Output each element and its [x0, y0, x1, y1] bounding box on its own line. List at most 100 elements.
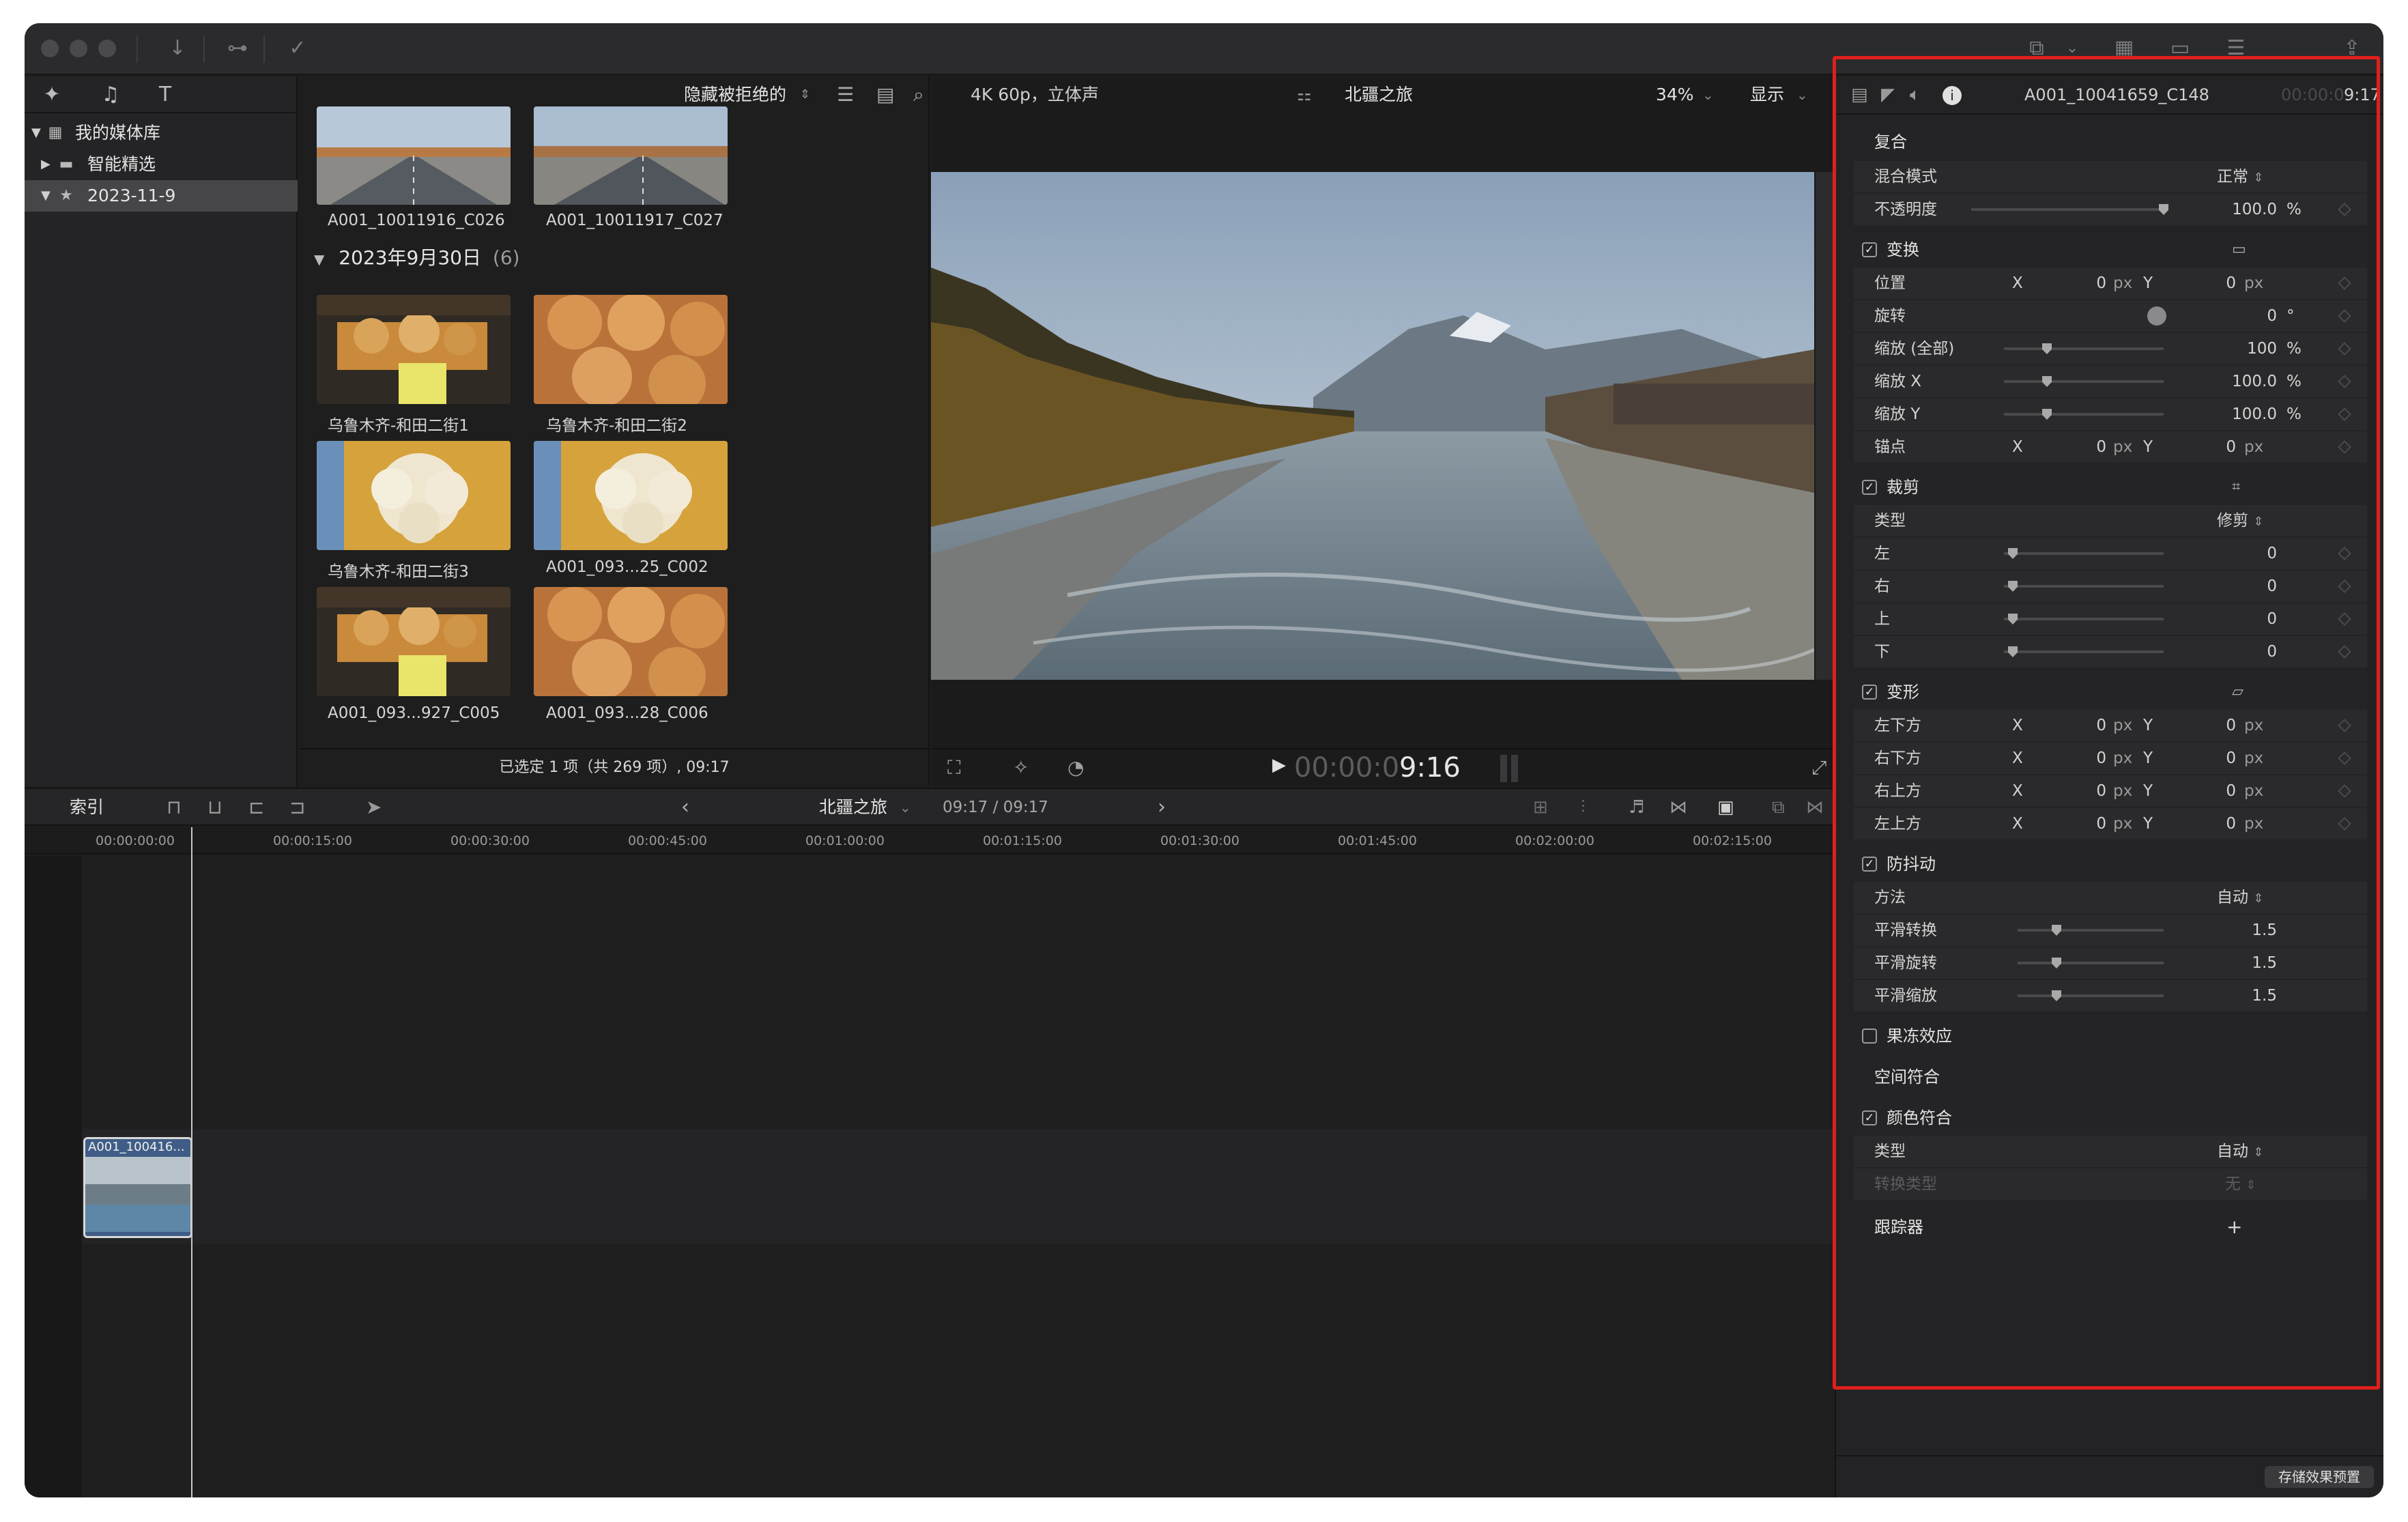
search-icon[interactable]: ⌕	[913, 76, 924, 113]
highlight-box	[1833, 56, 2380, 1390]
audio-meter-icon	[1511, 755, 1518, 782]
ruler-tick-label: 00:00:15:00	[273, 833, 352, 848]
play-button[interactable]: ▶	[1272, 755, 1286, 775]
disclosure-triangle-icon: ▼	[314, 251, 325, 268]
project-title: 北疆之旅	[1345, 85, 1414, 104]
bread-thumbnail-image	[534, 587, 728, 696]
library-item-event-2023-11-9[interactable]: ▼ ★ 2023-11-9	[25, 180, 298, 212]
library-item-label: 智能精选	[87, 154, 156, 174]
library-sidebar: ✦ ♫ T ▼ ▦ 我的媒体库 ▶ ▬ 智能精选 ▼ ★ 2023-11-9	[25, 76, 298, 786]
back-arrow-icon[interactable]: ‹	[681, 789, 689, 826]
close-window-button[interactable]	[41, 40, 59, 57]
clip-thumbnail[interactable]	[317, 106, 511, 205]
ruler-tick-label: 00:00:30:00	[450, 833, 530, 848]
clip-filmstrip-image	[85, 1157, 190, 1232]
clip-thumbnail[interactable]	[317, 295, 511, 404]
viewer-toolbar: 4K 60p，立体声 ⚏ 北疆之旅 34% ⌄ 显示 ⌄	[931, 76, 1833, 113]
audio-skimming-icon[interactable]: ⫶	[1581, 789, 1586, 826]
clip-name: A001_10011917_C027	[546, 212, 723, 229]
timeline-clip-label: A001_100416...	[88, 1140, 185, 1154]
audio-meter-icon	[1500, 755, 1507, 782]
cauliflower-thumbnail-image	[317, 441, 511, 550]
effects-browser-icon[interactable]: ⧉	[1772, 789, 1785, 826]
timeline-gutter	[25, 856, 82, 1497]
library-item-smart-collections[interactable]: ▶ ▬ 智能精选	[25, 149, 298, 180]
import-icon[interactable]: ↓	[157, 33, 198, 64]
overwrite-clip-icon[interactable]: ⊐	[289, 789, 305, 826]
divider	[1836, 1455, 2383, 1456]
magic-wand-icon[interactable]: ✧	[1013, 756, 1029, 779]
titles-generators-icon[interactable]: T	[150, 82, 180, 108]
media-browser: 隐藏被拒绝的 ⇕ ☰ ▤ ⌕ A001_10011916_C026 A001_1…	[299, 76, 930, 786]
snapping-icon[interactable]: ⋈	[1669, 789, 1687, 826]
food-stall-thumbnail-image	[317, 295, 511, 404]
forward-arrow-icon[interactable]: ›	[1158, 789, 1166, 826]
clip-name: A001_10011916_C026	[328, 212, 505, 229]
ruler-tick-label: 00:00:00:00	[96, 833, 175, 848]
clip-thumbnail[interactable]	[534, 106, 728, 205]
library-toolbar: ✦ ♫ T	[25, 76, 298, 113]
library-grid-icon: ▦	[48, 124, 63, 141]
clip-thumbnail[interactable]	[317, 587, 511, 696]
clip-thumbnail[interactable]	[534, 587, 728, 696]
minimize-window-button[interactable]	[70, 40, 87, 57]
chevron-down-icon: ⌄	[900, 799, 911, 816]
angle-strip	[1816, 172, 1833, 680]
date-group-label: 2023年9月30日	[339, 246, 481, 269]
library-item-label: 2023-11-9	[87, 186, 176, 205]
ruler-tick-label: 00:01:30:00	[1160, 833, 1239, 848]
ruler-tick-label: 00:01:45:00	[1338, 833, 1417, 848]
clip-name: 乌鲁木齐-和田二街1	[328, 417, 469, 435]
viewer: 4K 60p，立体声 ⚏ 北疆之旅 34% ⌄ 显示 ⌄ ⛶ ✧ ◔ ▶ 00:…	[931, 76, 1833, 786]
timeline-tracks[interactable]: A001_100416...	[25, 827, 1833, 1497]
zoom-dropdown[interactable]: 34%	[1656, 76, 1694, 113]
selection-status: 已选定 1 项（共 269 项）, 09:17	[499, 759, 730, 776]
keywords-icon[interactable]: ⊶	[217, 33, 258, 64]
disclosure-triangle-icon[interactable]: ▼	[31, 117, 41, 149]
headphones-icon[interactable]: ♬	[1629, 789, 1644, 826]
clip-thumbnail[interactable]	[534, 295, 728, 404]
road-thumbnail-image	[534, 106, 728, 205]
clip-name: A001_093...28_C006	[546, 704, 708, 722]
bread-thumbnail-image	[534, 295, 728, 404]
primary-storyline	[82, 1129, 1833, 1244]
transitions-browser-icon[interactable]: ⋈	[1806, 789, 1824, 826]
date-group-header[interactable]: ▼ 2023年9月30日 (6)	[314, 243, 520, 270]
timeline-index-button[interactable]: 索引	[70, 789, 104, 826]
clip-appearance-icon[interactable]: ▣	[1717, 789, 1734, 826]
crop-transform-icon[interactable]: ⛶	[947, 756, 961, 779]
fullscreen-icon[interactable]: ⤢	[1811, 756, 1826, 779]
filmstrip-icon[interactable]: ▤	[876, 76, 894, 113]
speed-icon[interactable]: ◔	[1067, 756, 1084, 779]
insert-clip-icon[interactable]: ⊔	[207, 789, 223, 826]
music-sound-icon[interactable]: ♫	[96, 82, 126, 108]
video-frame[interactable]	[931, 172, 1814, 680]
browser-status-bar: 已选定 1 项（共 269 项）, 09:17	[299, 748, 930, 786]
clip-thumbnail[interactable]	[534, 441, 728, 550]
playhead[interactable]	[191, 827, 192, 1497]
background-tasks-icon[interactable]: ✓	[277, 33, 318, 64]
timeline-clip[interactable]: A001_100416...	[83, 1137, 192, 1238]
date-group-count: (6)	[492, 246, 520, 269]
updown-chevron-icon: ⇕	[800, 87, 811, 102]
clip-thumbnail[interactable]	[317, 441, 511, 550]
view-options-dropdown[interactable]: 显示	[1750, 76, 1784, 113]
photos-audio-icon[interactable]: ✦	[37, 82, 67, 108]
append-clip-icon[interactable]: ⊏	[248, 789, 264, 826]
clapperboard-icon: ⚏	[1297, 85, 1312, 104]
chevron-down-icon: ⌄	[1702, 87, 1714, 103]
video-zoom-icon[interactable]: ⊞	[1533, 789, 1548, 826]
connect-clip-icon[interactable]: ⊓	[167, 789, 182, 826]
disclosure-triangle-icon[interactable]: ▶	[41, 149, 51, 180]
library-item-my-library[interactable]: ▼ ▦ 我的媒体库	[25, 117, 298, 149]
list-view-icon[interactable]: ☰	[837, 76, 854, 113]
save-effects-preset-button[interactable]: 存储效果预置	[2265, 1466, 2374, 1488]
timeline-project-name[interactable]: 北疆之旅	[819, 789, 887, 826]
timeline-ruler[interactable]: 00:00:00:00 00:00:15:00 00:00:30:00 00:0…	[25, 827, 1833, 855]
select-tool-icon[interactable]: ➤	[366, 789, 382, 826]
viewer-controls: ⛶ ✧ ◔ ▶ 00:00:0 9:16 ⤢	[931, 748, 1833, 786]
disclosure-triangle-icon[interactable]: ▼	[41, 180, 51, 212]
ruler-tick-label: 00:02:00:00	[1515, 833, 1594, 848]
zoom-window-button[interactable]	[98, 40, 116, 57]
river-landscape-image	[931, 172, 1814, 680]
